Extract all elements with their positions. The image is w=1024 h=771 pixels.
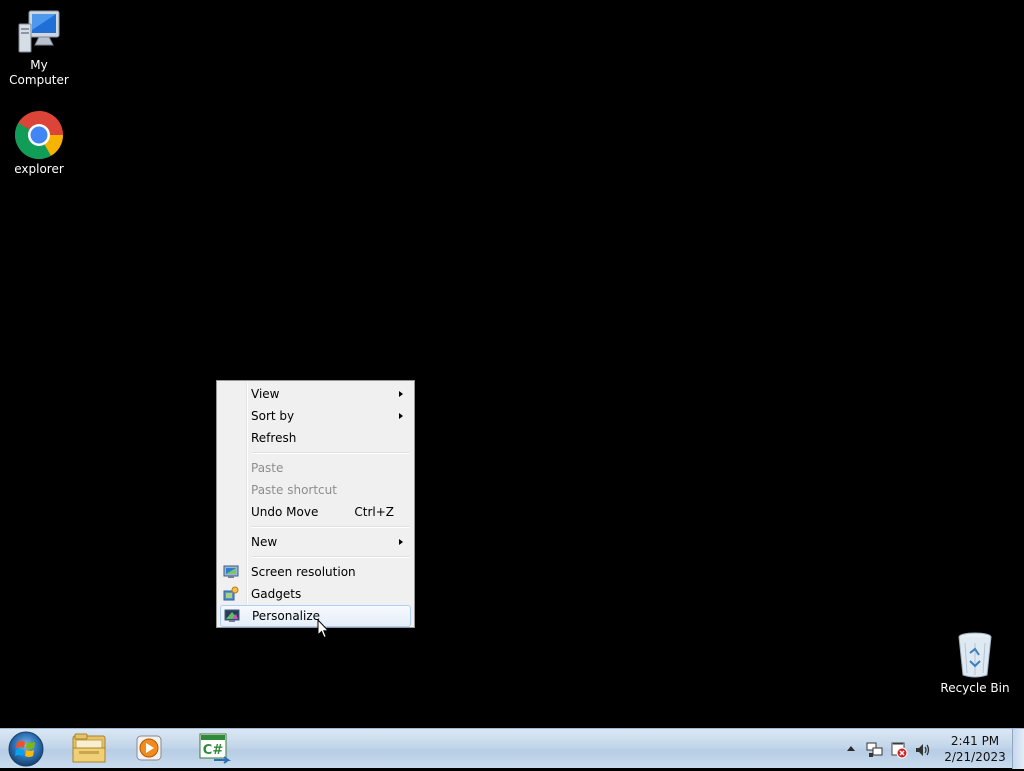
submenu-arrow-icon	[399, 413, 403, 419]
system-clock[interactable]: 2:41 PM 2/21/2023	[940, 733, 1010, 765]
desktop-icon-explorer[interactable]: explorer	[0, 110, 78, 177]
show-hidden-icons-arrow-icon[interactable]	[846, 744, 856, 752]
windows-start-icon	[8, 731, 44, 767]
menu-separator	[251, 449, 412, 457]
desktop-context-menu: View Sort by Refresh Paste Paste shortcu…	[216, 380, 415, 628]
menu-item-paste-shortcut: Paste shortcut	[219, 479, 412, 501]
media-player-icon	[136, 735, 162, 761]
menu-separator	[251, 523, 412, 531]
menu-item-undo-move[interactable]: Undo Move Ctrl+Z	[219, 501, 412, 523]
menu-item-screen-resolution[interactable]: Screen resolution	[219, 561, 412, 583]
desktop[interactable]: My Computer explorer Recycle Bin View So…	[0, 0, 1024, 728]
menu-item-gadgets[interactable]: Gadgets	[219, 583, 412, 605]
svg-text:C#: C#	[203, 743, 224, 758]
desktop-icon-my-computer[interactable]: My Computer	[0, 8, 78, 88]
network-icon[interactable]	[866, 741, 884, 759]
taskbar: C# 2:41 PM 2/21/2023	[0, 728, 1024, 769]
taskbar-button-media-player[interactable]	[120, 731, 178, 766]
mouse-cursor-icon	[317, 619, 329, 639]
menu-item-view[interactable]: View	[219, 383, 412, 405]
menu-item-sort-by[interactable]: Sort by	[219, 405, 412, 427]
clock-date: 2/21/2023	[944, 750, 1006, 764]
start-button[interactable]	[4, 730, 50, 768]
menu-item-label: Refresh	[251, 431, 297, 445]
menu-item-label: Paste	[251, 461, 284, 475]
taskbar-button-windows-explorer[interactable]	[60, 731, 118, 766]
desktop-icon-label: Recycle Bin	[940, 681, 1010, 695]
folder-icon	[72, 733, 106, 763]
chrome-icon	[14, 111, 64, 160]
menu-item-paste: Paste	[219, 457, 412, 479]
volume-icon[interactable]	[914, 741, 932, 759]
menu-item-label: Undo Move	[251, 505, 319, 519]
menu-item-personalize[interactable]: Personalize	[220, 605, 411, 627]
desktop-icon-label: My Computer	[9, 58, 69, 87]
recycle-bin-icon	[958, 632, 992, 678]
show-desktop-button[interactable]	[1012, 729, 1024, 769]
menu-item-label: Screen resolution	[251, 565, 356, 579]
taskbar-button-csharp-app[interactable]: C#	[184, 731, 242, 766]
menu-item-label: Gadgets	[251, 587, 302, 601]
action-center-icon[interactable]	[890, 741, 908, 759]
clock-time: 2:41 PM	[950, 734, 1000, 748]
menu-item-shortcut: Ctrl+Z	[354, 505, 394, 519]
csharp-icon: C#	[199, 733, 231, 764]
menu-item-label: Personalize	[252, 609, 321, 623]
computer-icon	[18, 10, 60, 53]
menu-item-label: View	[251, 387, 280, 401]
desktop-icon-recycle-bin[interactable]: Recycle Bin	[936, 631, 1014, 696]
submenu-arrow-icon	[399, 391, 403, 397]
screen-resolution-icon	[223, 565, 239, 578]
menu-item-label: Sort by	[251, 409, 295, 423]
menu-item-label: Paste shortcut	[251, 483, 337, 497]
menu-item-new[interactable]: New	[219, 531, 412, 553]
submenu-arrow-icon	[399, 539, 403, 545]
menu-item-label: New	[251, 535, 278, 549]
gadgets-icon	[223, 586, 239, 601]
personalize-icon	[224, 609, 240, 622]
menu-item-refresh[interactable]: Refresh	[219, 427, 412, 449]
desktop-icon-label: explorer	[14, 162, 64, 176]
menu-separator	[251, 553, 412, 561]
